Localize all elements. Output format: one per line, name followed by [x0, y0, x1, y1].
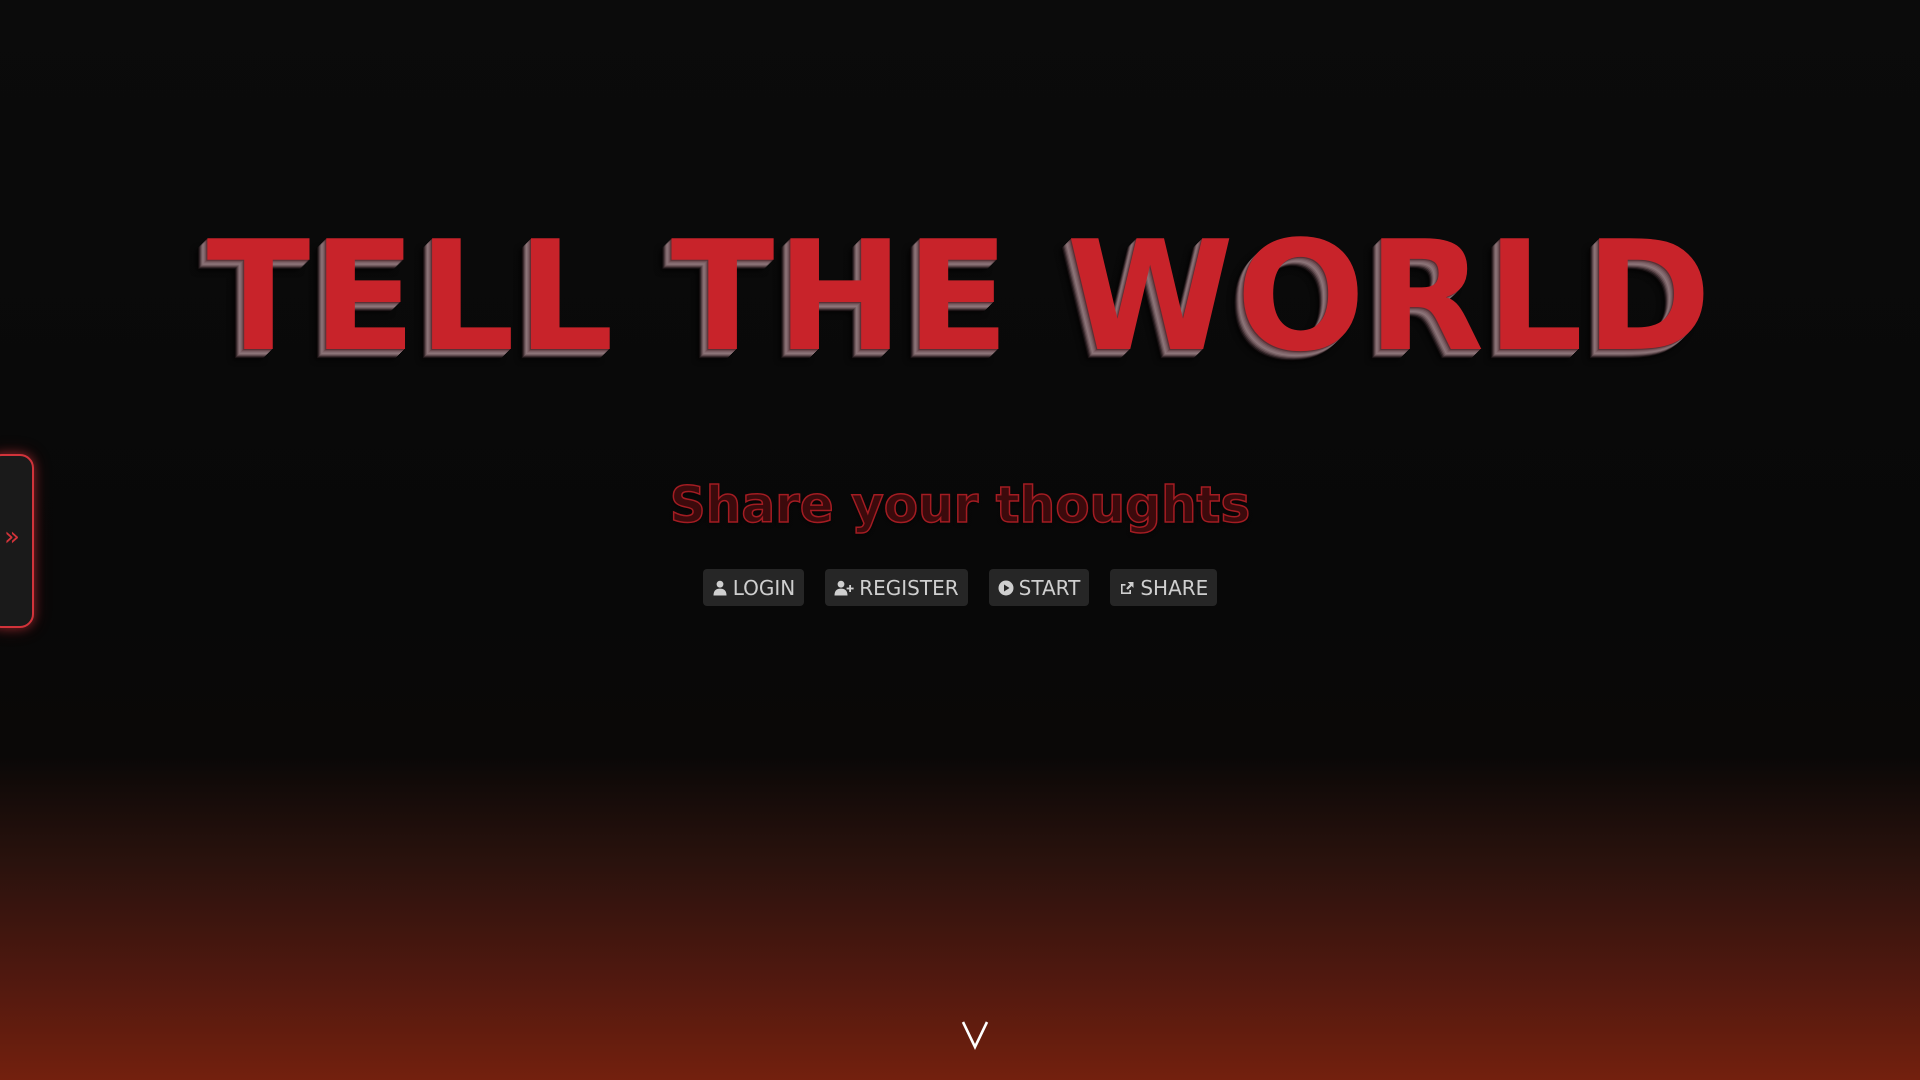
play-circle-icon — [998, 580, 1014, 596]
hero-subtitle: Share your thoughts — [669, 475, 1251, 535]
register-label: REGISTER — [859, 575, 959, 600]
register-button[interactable]: REGISTER — [825, 569, 968, 606]
chevron-down-icon — [961, 1021, 989, 1051]
user-plus-icon — [834, 580, 854, 596]
action-buttons: LOGIN REGISTER START SHARE — [0, 569, 1920, 606]
share-label: SHARE — [1140, 575, 1209, 600]
login-button[interactable]: LOGIN — [702, 569, 805, 606]
user-icon — [712, 580, 728, 596]
scroll-down-button[interactable] — [960, 1016, 990, 1052]
start-button[interactable]: START — [988, 569, 1090, 606]
share-button[interactable]: SHARE — [1110, 569, 1218, 606]
share-icon — [1119, 580, 1135, 596]
start-label: START — [1018, 575, 1081, 600]
hero-title: TELL THE WORLD — [206, 208, 1714, 385]
login-label: LOGIN — [732, 575, 796, 600]
